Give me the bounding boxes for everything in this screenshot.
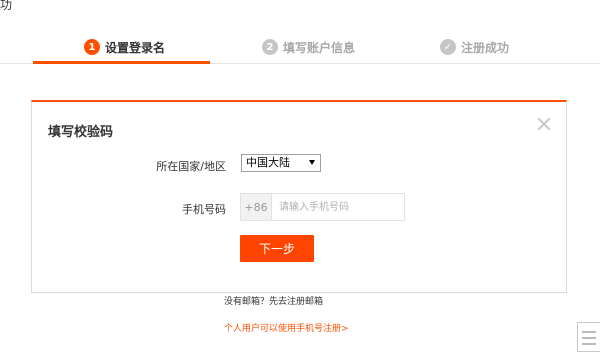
- step-set-login-name: 1 设置登录名: [84, 37, 165, 57]
- personal-phone-register-link[interactable]: 个人用户可以使用手机号注册>: [224, 321, 349, 334]
- active-step-indicator: [33, 61, 210, 64]
- step-number-1: 1: [84, 39, 100, 55]
- no-email-link[interactable]: 没有邮箱？先去注册邮箱: [224, 294, 323, 307]
- phone-label: 手机号码: [182, 203, 226, 216]
- country-label: 所在国家/地区: [156, 160, 226, 173]
- verification-dialog: 填写校验码 所在国家/地区 中国大陆 手机号码 +86 下一步: [31, 100, 567, 293]
- top-fragment-text: 功: [0, 0, 13, 12]
- step-label: 填写账户信息: [283, 40, 356, 55]
- next-button[interactable]: 下一步: [240, 235, 314, 262]
- feedback-icon-bar: [582, 331, 596, 333]
- step-fill-account-info: 2 填写账户信息: [262, 37, 355, 57]
- phone-prefix: +86: [241, 194, 272, 220]
- phone-field-group: +86: [240, 193, 405, 221]
- phone-input[interactable]: [272, 194, 404, 220]
- dialog-title: 填写校验码: [48, 125, 114, 140]
- step-number-2: 2: [262, 39, 278, 55]
- country-value: 中国大陆: [246, 156, 290, 169]
- feedback-icon-bar: [582, 337, 596, 339]
- registration-steps: 1 设置登录名 2 填写账户信息 ✓ 注册成功: [0, 30, 600, 64]
- step-label: 注册成功: [461, 40, 510, 55]
- step-register-success: ✓ 注册成功: [440, 37, 509, 57]
- close-icon[interactable]: [536, 116, 552, 132]
- country-select[interactable]: 中国大陆: [241, 154, 321, 172]
- step-label: 设置登录名: [105, 40, 166, 55]
- feedback-icon[interactable]: [577, 322, 600, 352]
- feedback-icon-bar: [582, 343, 596, 345]
- chevron-down-icon: [309, 160, 315, 165]
- check-icon: ✓: [440, 39, 456, 55]
